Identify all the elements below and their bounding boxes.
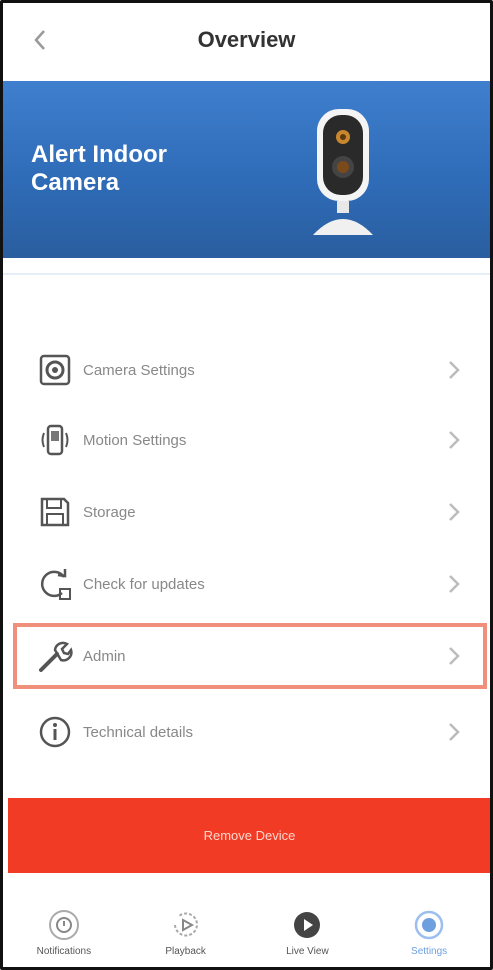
tab-label: Playback [165,946,206,957]
top-bar: Overview [3,3,490,81]
remove-device-label: Remove Device [203,828,296,843]
tab-label: Notifications [36,946,92,957]
menu-item-technical-details[interactable]: Technical details [13,703,487,761]
floppy-disk-icon [35,492,75,532]
page-title: Overview [197,27,296,52]
camera-image [313,109,373,235]
bottom-tab-bar: Notifications Playback Live View Setting… [3,908,490,967]
app-screen: Overview Alert Indoor Camera Camera Sett… [0,0,493,970]
motion-settings-icon [35,420,75,460]
menu-item-label: Admin [83,647,126,665]
notifications-icon [48,910,79,940]
tab-settings[interactable]: Settings [379,908,479,957]
menu-item-label: Check for updates [83,575,205,593]
chevron-right-icon [449,503,460,521]
chevron-right-icon [449,431,460,449]
settings-gear-icon [414,910,444,940]
tab-notifications[interactable]: Notifications [14,908,114,957]
menu-item-label: Camera Settings [83,361,195,379]
update-refresh-icon [35,564,75,604]
play-circle-icon [294,912,321,938]
tab-label: Settings [411,946,448,957]
info-icon [35,712,75,752]
tab-label: Live View [286,946,329,957]
chevron-right-icon [449,361,460,379]
divider [3,273,490,275]
wrench-icon [35,636,75,676]
chevron-right-icon [449,647,460,665]
menu-item-camera-settings[interactable]: Camera Settings [13,341,487,399]
remove-device-button[interactable]: Remove Device [8,798,490,873]
camera-settings-icon [35,350,75,390]
menu-item-check-updates[interactable]: Check for updates [13,555,487,613]
chevron-right-icon [449,723,460,741]
menu-item-storage[interactable]: Storage [13,483,487,541]
tab-live-view[interactable]: Live View [257,908,357,957]
menu-item-label: Storage [83,503,136,521]
tab-playback[interactable]: Playback [136,908,236,957]
device-banner: Alert Indoor Camera [3,81,490,258]
menu-item-admin[interactable]: Admin [13,623,487,689]
device-name: Alert Indoor Camera [31,141,167,196]
menu-item-motion-settings[interactable]: Motion Settings [13,411,487,469]
playback-icon [173,912,198,937]
chevron-right-icon [449,575,460,593]
menu-item-label: Technical details [83,723,194,741]
menu-item-label: Motion Settings [83,431,187,449]
